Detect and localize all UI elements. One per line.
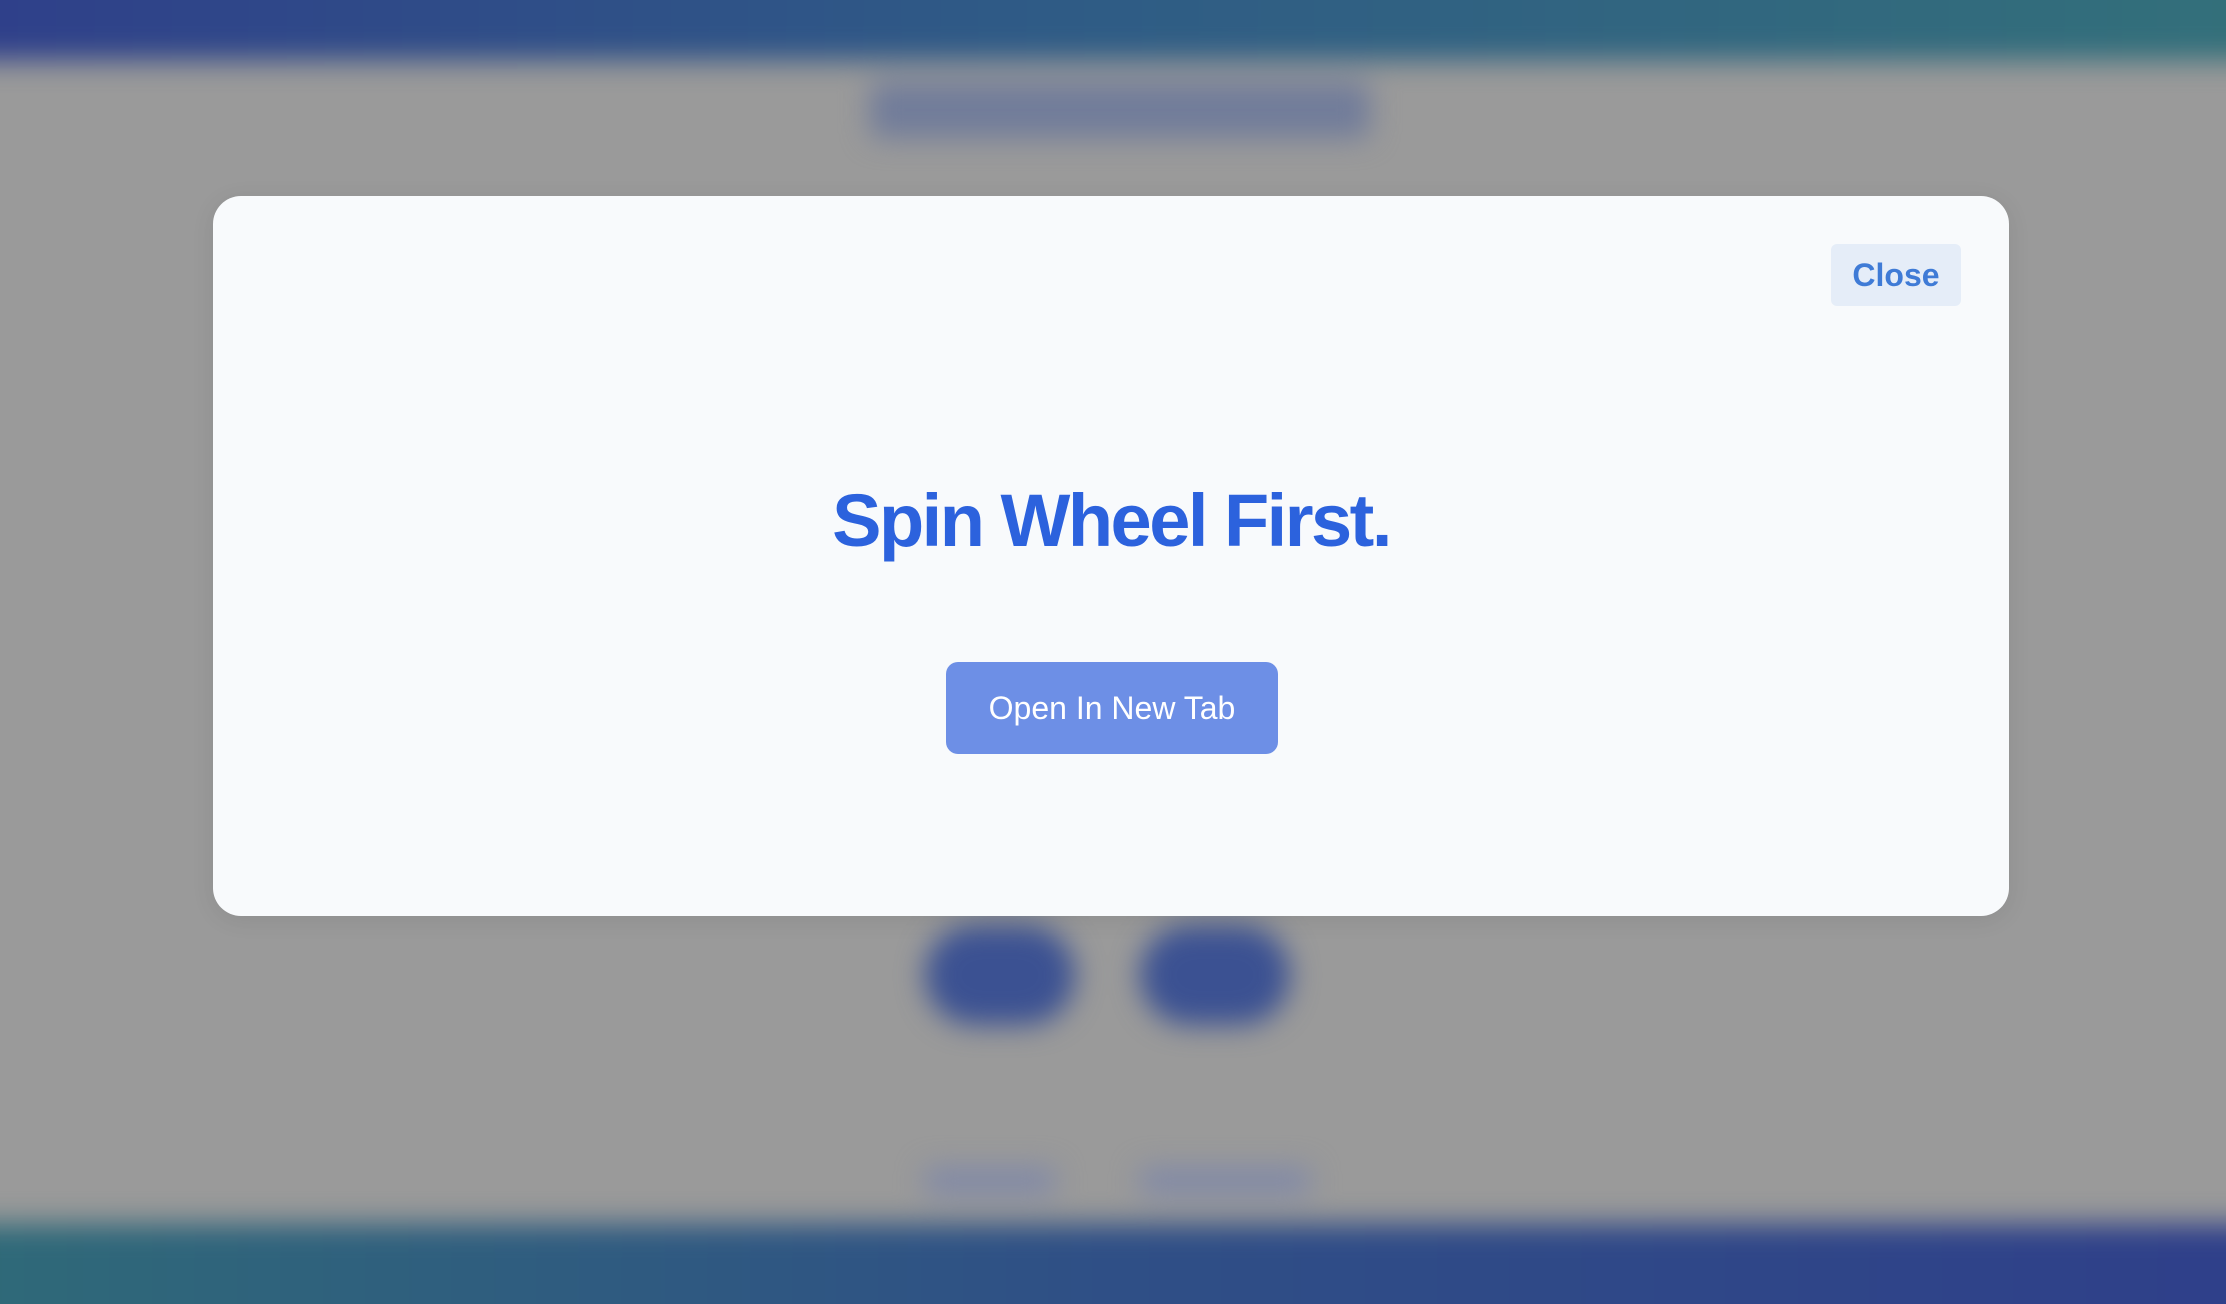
close-button[interactable]: Close xyxy=(1831,244,1961,306)
background-bottom-bar xyxy=(0,1224,2226,1304)
modal-title: Spin Wheel First. xyxy=(832,479,1392,562)
modal-dialog: Close Spin Wheel First. Open In New Tab xyxy=(213,196,2009,916)
open-in-new-tab-button[interactable]: Open In New Tab xyxy=(946,662,1278,754)
background-link xyxy=(925,1168,1055,1194)
page: Close Spin Wheel First. Open In New Tab xyxy=(0,0,2226,1304)
background-link xyxy=(1140,1168,1310,1194)
background-page-title xyxy=(870,82,1370,138)
background-top-bar xyxy=(0,0,2226,60)
background-button xyxy=(1140,925,1290,1025)
background-button xyxy=(925,925,1075,1025)
